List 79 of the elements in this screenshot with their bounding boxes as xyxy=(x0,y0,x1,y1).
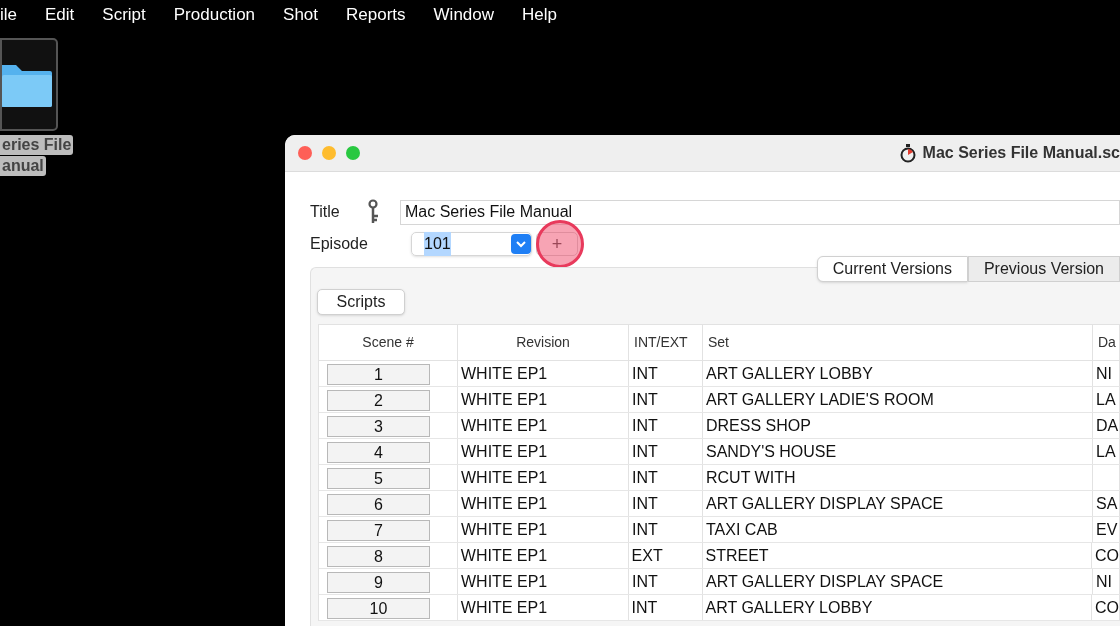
table-cell-text: LA xyxy=(1096,389,1116,410)
stopwatch-icon xyxy=(898,143,917,163)
scene-number-button[interactable]: 3 xyxy=(327,416,430,437)
table-cell-text: ART GALLERY LADIE'S ROOM xyxy=(706,389,934,410)
table-cell-text: INT xyxy=(632,415,658,436)
scene-number-button[interactable]: 4 xyxy=(327,442,430,463)
tab[interactable]: Previous Version xyxy=(967,256,1120,282)
table-cell-text: TAXI CAB xyxy=(706,519,778,540)
table-cell-text: WHITE EP1 xyxy=(460,545,548,566)
table-cell-text: WHITE EP1 xyxy=(461,571,548,592)
table-cell-text: WHITE EP1 xyxy=(461,363,548,384)
menu-item[interactable]: ile xyxy=(0,2,31,28)
table-cell-text: INT xyxy=(632,571,658,592)
scene-number-button[interactable]: 5 xyxy=(327,468,430,489)
chevron-down-icon[interactable] xyxy=(511,234,531,254)
table-cell-text: WHITE EP1 xyxy=(461,441,548,462)
field-label: Episode xyxy=(310,234,369,254)
table-cell-text: STREET xyxy=(705,545,769,566)
title-field[interactable]: Mac Series File Manual xyxy=(400,199,1120,225)
table-cell-text: SANDY'S HOUSE xyxy=(706,441,837,462)
table-cell-text: DA xyxy=(1096,415,1119,436)
minimize-button[interactable] xyxy=(322,146,336,160)
scene-number-button[interactable]: 8 xyxy=(327,546,430,567)
table-cell-text: ART GALLERY DISPLAY SPACE xyxy=(706,493,944,514)
menu-item[interactable]: Reports xyxy=(332,2,420,28)
tab[interactable]: Current Versions xyxy=(816,256,968,282)
close-button[interactable] xyxy=(298,146,312,160)
column-header[interactable]: Revision xyxy=(516,332,570,353)
table-cell-text: CO xyxy=(1095,597,1119,618)
table-cell-text: EV xyxy=(1096,519,1118,540)
folder-label: anual xyxy=(0,156,46,176)
table-cell-text: INT xyxy=(632,441,658,462)
table-cell-text: WHITE EP1 xyxy=(461,415,548,436)
table-cell-text: RCUT WITH xyxy=(706,467,796,488)
table-cell-text: WHITE EP1 xyxy=(461,493,548,514)
table-cell-text: WHITE EP1 xyxy=(461,389,548,410)
column-header[interactable]: Scene # xyxy=(362,332,414,353)
table-cell-text: WHITE EP1 xyxy=(460,597,548,618)
table-cell-text: NI xyxy=(1096,363,1112,384)
table-cell-text: DRESS SHOP xyxy=(706,415,811,436)
table-cell-text: CO xyxy=(1095,545,1119,566)
table-cell-text: SA xyxy=(1096,493,1118,514)
menu-item[interactable]: Edit xyxy=(31,2,89,28)
folder-label: eries File xyxy=(0,135,74,155)
scene-number-button[interactable]: 6 xyxy=(327,494,430,515)
field-label: Title xyxy=(310,202,341,222)
scene-number-button[interactable]: 1 xyxy=(327,364,430,385)
window-title: Mac Series File Manual.sc xyxy=(922,143,1120,163)
table-cell-text: WHITE EP1 xyxy=(461,519,548,540)
scripts-button[interactable]: Scripts xyxy=(317,289,405,315)
table-cell-text: INT xyxy=(632,363,658,384)
table-cell-text: INT xyxy=(632,389,658,410)
scene-number-button[interactable]: 7 xyxy=(327,520,430,541)
menu-item[interactable]: Window xyxy=(419,2,509,28)
column-header[interactable]: Set xyxy=(708,332,729,353)
table-cell-text: INT xyxy=(632,467,658,488)
zoom-button[interactable] xyxy=(346,146,360,160)
episode-combo-box[interactable]: 101 xyxy=(411,232,532,256)
table-cell-text: ART GALLERY LOBBY xyxy=(706,363,873,384)
episode-value: 101 xyxy=(424,232,451,256)
menu-item[interactable]: Production xyxy=(159,2,270,28)
table-cell-text: NI xyxy=(1096,571,1112,592)
column-header[interactable]: Da xyxy=(1098,332,1116,353)
scene-number-button[interactable]: 2 xyxy=(327,390,430,411)
folder-icon[interactable] xyxy=(0,38,58,131)
table-cell-text: ART GALLERY DISPLAY SPACE xyxy=(706,571,944,592)
menu-item[interactable]: Help xyxy=(508,2,571,28)
table-cell-text: INT xyxy=(632,493,658,514)
menu-item[interactable]: Script xyxy=(88,2,160,28)
table-cell-text: INT xyxy=(631,597,658,618)
column-header[interactable]: INT/EXT xyxy=(634,332,688,353)
scene-number-button[interactable]: 10 xyxy=(327,598,430,619)
table-cell-text: LA xyxy=(1096,441,1116,462)
table-cell-text: WHITE EP1 xyxy=(461,467,548,488)
table-cell-text: EXT xyxy=(631,545,663,566)
table-cell-text: INT xyxy=(632,519,658,540)
menu-item[interactable]: Shot xyxy=(269,2,333,28)
scene-number-button[interactable]: 9 xyxy=(327,572,430,593)
table-cell-text: ART GALLERY LOBBY xyxy=(705,597,873,618)
